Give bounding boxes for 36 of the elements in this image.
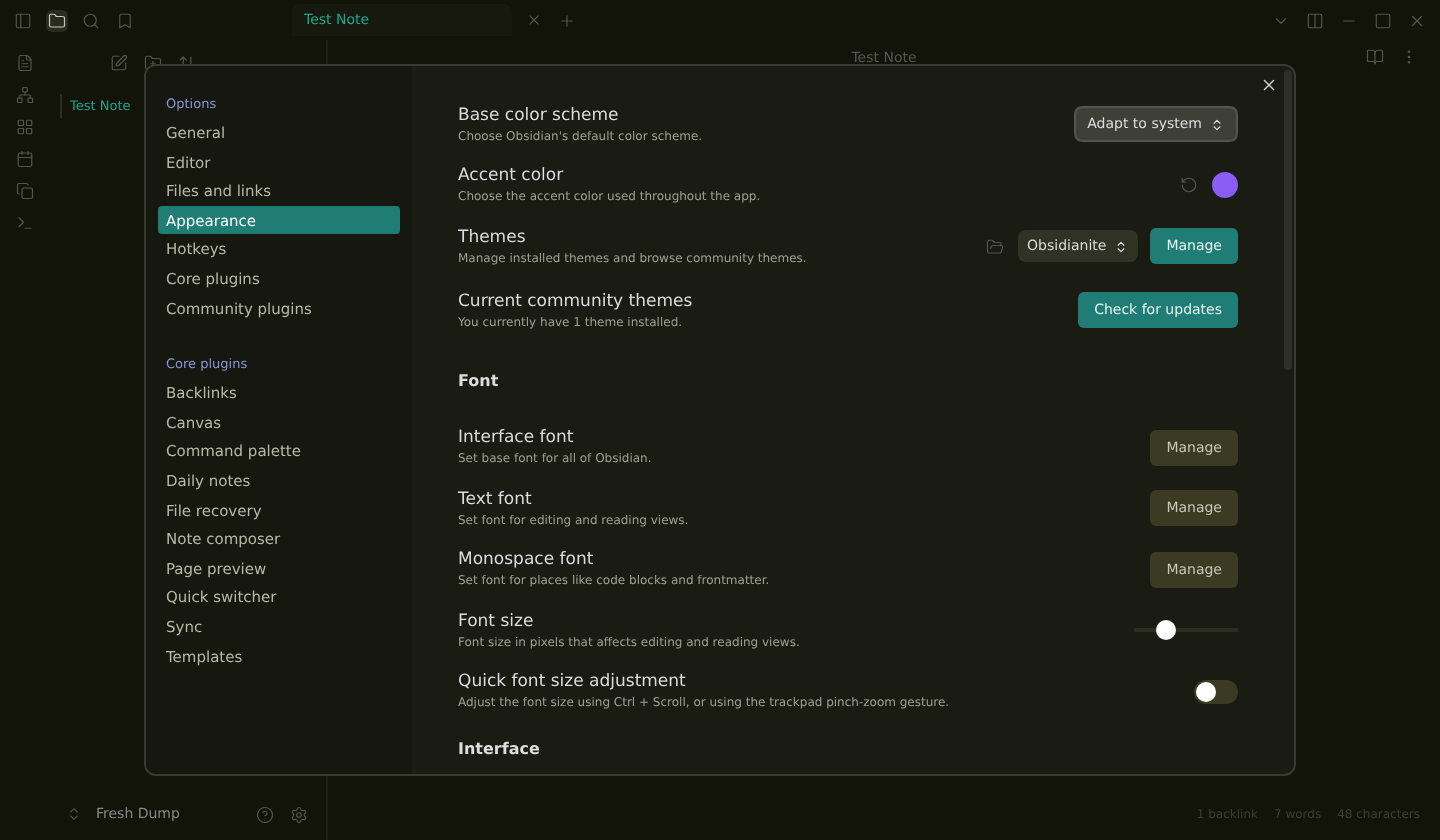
reading-view-icon[interactable] — [1364, 46, 1386, 68]
grid-icon[interactable] — [13, 116, 35, 138]
setting-title: Base color scheme — [458, 105, 621, 126]
search-icon[interactable] — [80, 9, 102, 31]
chevron-icon — [1210, 117, 1224, 132]
section-heading: Interface — [458, 739, 540, 758]
toggle-switch[interactable] — [1194, 679, 1238, 704]
section-heading: Font — [458, 371, 499, 390]
graph-icon[interactable] — [13, 84, 35, 106]
folder-icon[interactable] — [46, 9, 68, 31]
new-note-icon[interactable] — [108, 52, 130, 74]
layout-icon[interactable] — [1304, 9, 1326, 31]
accent-color-swatch[interactable] — [1212, 172, 1238, 199]
settings-icon[interactable] — [288, 803, 310, 825]
setting-title: Themes — [458, 227, 528, 248]
setting-title: Text font — [458, 489, 534, 510]
terminal-icon[interactable] — [13, 212, 35, 234]
setting-title: Interface font — [458, 428, 576, 449]
help-icon[interactable] — [254, 803, 276, 825]
chevron-icon — [1114, 239, 1129, 254]
setting-title: Current community themes — [458, 291, 695, 312]
maximize-icon[interactable] — [1372, 9, 1394, 31]
calendar-icon[interactable] — [13, 148, 35, 170]
file-icon[interactable] — [13, 52, 35, 74]
setting-title: Font size — [458, 611, 536, 632]
slider-thumb[interactable] — [1155, 620, 1176, 641]
setting-title: Monospace font — [458, 550, 596, 571]
plus-icon[interactable] — [556, 9, 578, 31]
setting-title: Accent color — [458, 166, 566, 187]
bookmark-icon[interactable] — [114, 9, 136, 31]
copy-icon[interactable] — [13, 180, 35, 202]
reset-icon[interactable] — [1178, 174, 1200, 197]
sidebar-toggle-icon[interactable] — [12, 9, 34, 31]
vault-switcher-icon[interactable] — [64, 804, 84, 824]
setting-title: Quick font size adjustment — [458, 672, 688, 693]
close-icon[interactable] — [1260, 76, 1278, 94]
